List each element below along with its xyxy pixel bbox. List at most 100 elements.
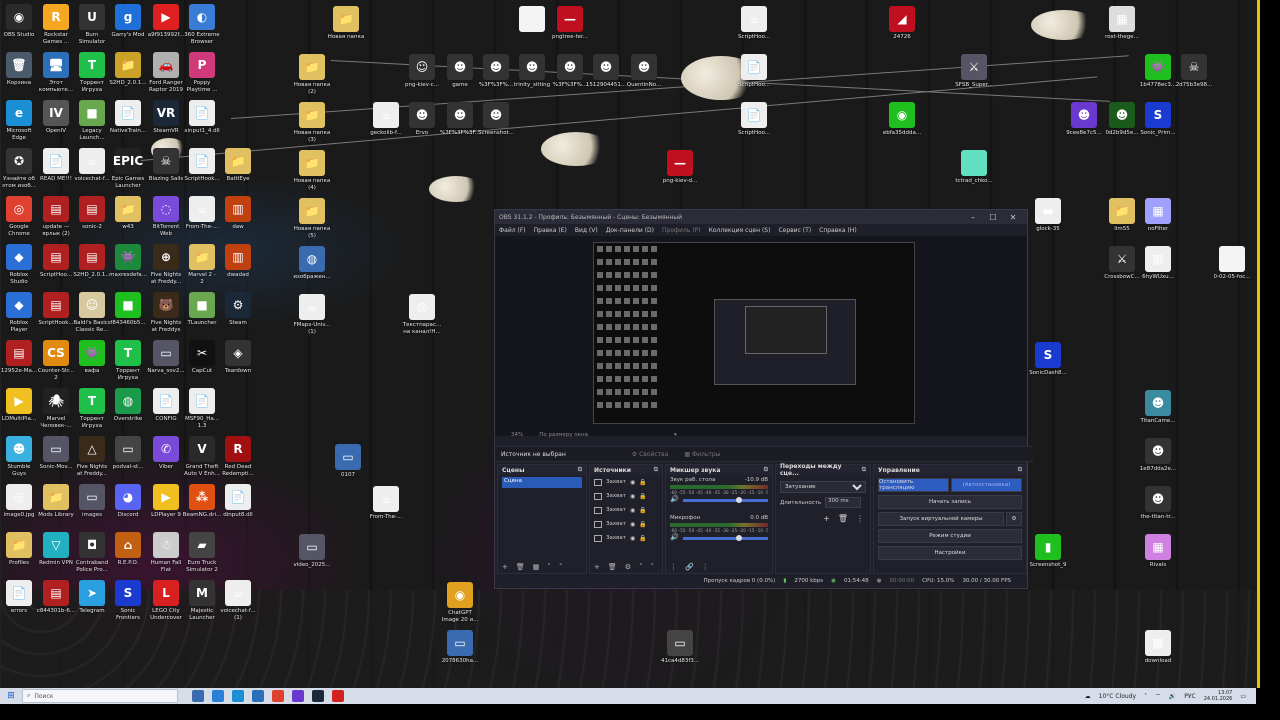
trash-icon[interactable]: 🗑: [838, 514, 848, 523]
dock-undock-icon[interactable]: ⧉: [1018, 466, 1022, 474]
desktop-icon[interactable]: S Sonic_Prim...: [1135, 102, 1181, 137]
tray-chevron-icon[interactable]: ˄: [1144, 693, 1147, 700]
notifications-icon[interactable]: ▭: [1240, 693, 1246, 700]
desktop-icon[interactable]: 📁 Новая папка (2): [289, 54, 335, 95]
desktop-icon[interactable]: ☕ From-The-...: [363, 486, 409, 521]
menu-dots-icon[interactable]: ⋮: [702, 563, 709, 571]
desktop-icon[interactable]: ☻ TitanCame...: [1135, 390, 1181, 425]
lock-icon[interactable]: 🔒: [639, 493, 646, 500]
desktop-icon[interactable]: ⚔ SFSB_Super...: [951, 54, 997, 89]
menu-item[interactable]: Коллекция сцен (S): [709, 227, 771, 234]
slider-knob[interactable]: [736, 535, 743, 541]
desktop-icon[interactable]: ☕ voicechat-f... (1): [215, 580, 261, 621]
zoom-mode[interactable]: По размеру окна: [539, 432, 588, 438]
eye-icon[interactable]: ◉: [630, 507, 635, 514]
menu-item[interactable]: Справка (H): [819, 227, 857, 234]
dock-undock-icon[interactable]: ⧉: [862, 466, 866, 474]
chevron-down-icon[interactable]: ˅: [651, 563, 655, 571]
taskbar-app-icon[interactable]: [232, 690, 244, 702]
lock-icon[interactable]: 🔒: [639, 507, 646, 514]
desktop-icon[interactable]: 📁 BattlEye: [215, 148, 261, 183]
desktop-icon[interactable]: ◎ Текстпарас... на канал!Н...: [399, 294, 445, 335]
desktop-icon[interactable]: 0-02-05-foc...: [1209, 246, 1255, 281]
desktop-icon[interactable]: ☻ 1e87dda2e...: [1135, 438, 1181, 473]
start-record-button[interactable]: Начать запись: [878, 495, 1022, 509]
desktop-icon[interactable]: 📁 Новая папка (5): [289, 198, 335, 239]
network-icon[interactable]: ⌔: [1155, 692, 1161, 700]
menu-item[interactable]: Вид (V): [575, 227, 598, 234]
desktop-icon[interactable]: R Red Dead Redempti...: [215, 436, 261, 477]
menu-item[interactable]: Док-панели (D): [606, 227, 654, 234]
desktop-icon[interactable]: 📄 ScriptHoo...: [731, 54, 777, 89]
desktop-icon[interactable]: ⚙ Steam: [215, 292, 261, 327]
menu-item[interactable]: Правка (E): [534, 227, 567, 234]
add-icon[interactable]: +: [823, 514, 830, 523]
desktop-icon[interactable]: ☕ FMaps-Univ... (1): [289, 294, 335, 335]
trash-icon[interactable]: 🗑: [516, 563, 525, 571]
zoom-label[interactable]: 34%: [511, 432, 523, 438]
desktop-icon[interactable]: ▦ Rivals: [1135, 534, 1181, 569]
transition-select[interactable]: Затухание: [780, 481, 866, 493]
volume-icon[interactable]: 🔊: [1169, 693, 1176, 700]
desktop-icon[interactable]: ▬ glock-35: [1025, 198, 1071, 233]
search-box[interactable]: ⌕ Поиск: [22, 689, 178, 703]
trash-icon[interactable]: 🗑: [608, 563, 617, 571]
desktop-icon[interactable]: — png-kiev-d...: [657, 150, 703, 185]
desktop-icon[interactable]: ▥ daw: [215, 196, 261, 231]
taskbar-app-icon[interactable]: [212, 690, 224, 702]
desktop-icon[interactable]: ▦ rost-thege...: [1099, 6, 1145, 41]
virtual-camera-button[interactable]: Запуск виртуальной камеры: [878, 512, 1004, 526]
preview-canvas[interactable]: [593, 242, 915, 424]
duration-input[interactable]: 300 ms: [825, 497, 862, 508]
desktop-icon[interactable]: ◢ 24726: [879, 6, 925, 41]
desktop-icon[interactable]: ◐ 360 Extreme Browser: [179, 4, 225, 45]
speaker-icon[interactable]: 🔊: [670, 533, 679, 541]
source-item[interactable]: Захват ◉ 🔒: [590, 475, 662, 489]
link-icon[interactable]: 🔗: [685, 563, 694, 571]
desktop-icon[interactable]: ◉ ChatGPT Image 20 и...: [437, 582, 483, 623]
desktop-icon[interactable]: ▦ noFilter: [1135, 198, 1181, 233]
desktop-icon[interactable]: ▥ dwadad: [215, 244, 261, 279]
taskbar-app-icon[interactable]: [252, 690, 264, 702]
desktop-icon[interactable]: 📄 xinput1_4.dll: [179, 100, 225, 135]
dock-undock-icon[interactable]: ⧉: [654, 466, 658, 474]
desktop-icon[interactable]: ▭ 0107: [325, 444, 371, 479]
weather-text[interactable]: 10°C Cloudy: [1099, 693, 1136, 700]
obs-window[interactable]: OBS 31.1.2 - Профиль: Безымянный - Сцены…: [494, 209, 1033, 589]
lock-icon[interactable]: 🔒: [639, 479, 646, 486]
clock[interactable]: 13:07 24.01.2026: [1204, 690, 1233, 702]
windows-start-icon[interactable]: ⊞: [0, 691, 22, 701]
eye-icon[interactable]: ◉: [630, 479, 635, 486]
desktop-icon[interactable]: ◈ Teardown: [215, 340, 261, 375]
desktop-icon[interactable]: ▰ Euro Truck Simulator 2: [179, 532, 225, 573]
taskbar-app-icon[interactable]: [272, 690, 284, 702]
menu-item[interactable]: Сервис (T): [778, 227, 811, 234]
taskbar-app-icon[interactable]: [312, 690, 324, 702]
desktop-icon[interactable]: S SonicDash8...: [1025, 342, 1071, 377]
desktop-icon[interactable]: ▭ video_2025...: [289, 534, 335, 569]
eye-icon[interactable]: ◉: [630, 535, 635, 542]
zoom-bar[interactable]: 34% По размеру окна ▾: [495, 430, 1043, 440]
chevron-up-icon[interactable]: ˄: [639, 563, 643, 571]
close-icon[interactable]: ✕: [1003, 213, 1023, 222]
desktop-icon[interactable]: ☻ QuentinNo...: [621, 54, 667, 89]
properties-button[interactable]: ⚙ Свойства: [632, 451, 669, 458]
add-icon[interactable]: +: [594, 563, 600, 571]
stop-stream-button[interactable]: Остановить трансляцию: [878, 478, 949, 492]
desktop-icon[interactable]: ◉ ebfa35ddda...: [879, 102, 925, 137]
desktop-icon[interactable]: 📁 Новая папка: [323, 6, 369, 41]
desktop-icon[interactable]: ☻ Screenshot...: [473, 102, 519, 137]
desktop-icon[interactable]: 📁 Новая папка (3): [289, 102, 335, 143]
desktop-icon[interactable]: ▥ 6hyWUxu...: [1135, 246, 1181, 281]
desktop-icon[interactable]: 📄 ScriptHoo...: [731, 102, 777, 137]
chevron-up-icon[interactable]: ˄: [547, 563, 551, 571]
language-indicator[interactable]: РУС: [1184, 693, 1195, 700]
eye-icon[interactable]: ◉: [630, 493, 635, 500]
chevron-down-icon[interactable]: ▾: [674, 432, 677, 438]
menu-dots-icon[interactable]: ⋮: [670, 563, 677, 571]
lock-icon[interactable]: 🔒: [639, 535, 646, 542]
minimize-icon[interactable]: –: [963, 213, 983, 222]
settings-button[interactable]: Настройки: [878, 546, 1022, 560]
dock-undock-icon[interactable]: ⧉: [578, 466, 582, 474]
obs-titlebar[interactable]: OBS 31.1.2 - Профиль: Безымянный - Сцены…: [495, 210, 1027, 224]
